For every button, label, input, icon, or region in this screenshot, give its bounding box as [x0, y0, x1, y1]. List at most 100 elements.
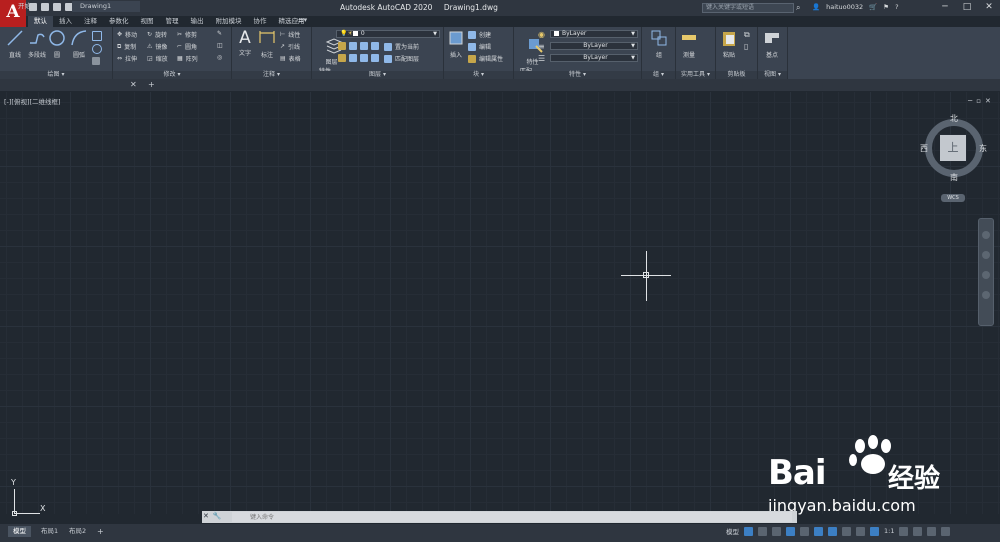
tab-annotate[interactable]: 注释 — [78, 16, 103, 27]
tab-view[interactable]: 视图 — [135, 16, 160, 27]
layer-unlock-icon[interactable] — [371, 54, 379, 62]
tab-output[interactable]: 输出 — [185, 16, 210, 27]
viewport-close-icon[interactable]: ✕ — [985, 97, 991, 105]
search-input[interactable]: 键入关键字或短语 — [702, 3, 794, 13]
insert-block-button[interactable]: 插入 — [445, 29, 467, 59]
layer-unisolate-icon[interactable] — [349, 54, 357, 62]
orbit-icon[interactable] — [982, 291, 990, 299]
copy-clip-icon[interactable]: ⧉ — [744, 30, 750, 40]
hatch-button[interactable] — [92, 57, 100, 65]
linetype-dropdown[interactable]: ByLayer ▼ — [550, 42, 638, 50]
make-current-button[interactable]: 置为当前 — [384, 42, 419, 51]
help-icon[interactable]: ? — [895, 3, 898, 11]
annotation-scale-icon[interactable] — [870, 526, 879, 536]
panel-block-title[interactable]: 块 ▾ — [444, 71, 513, 79]
tab-collaborate[interactable]: 协作 — [248, 16, 273, 27]
add-layout-icon[interactable]: + — [92, 526, 109, 537]
tab-home[interactable]: 默认 — [28, 16, 53, 27]
linetype-icon[interactable]: ≡ — [538, 42, 545, 51]
line-button[interactable]: 直线 — [4, 29, 26, 59]
tab-drawing1[interactable]: Drawing1 — [72, 1, 140, 12]
ellipse-button[interactable] — [92, 44, 102, 54]
viewport-controls-label[interactable]: [-][俯视][二维线框] — [4, 96, 61, 106]
panel-utilities-title[interactable]: 实用工具 ▾ — [676, 71, 715, 79]
snap-icon[interactable] — [758, 526, 767, 536]
tab-start[interactable]: 开始 — [10, 1, 70, 12]
ribbon-minimize-icon[interactable]: ▭▾ — [297, 16, 311, 26]
table-button[interactable]: ▤ 表格 — [280, 54, 301, 63]
polyline-button[interactable]: 多段线 — [26, 29, 48, 59]
maximize-icon[interactable]: □ — [956, 0, 978, 16]
steering-wheel-icon[interactable] — [982, 231, 990, 239]
mirror-button[interactable]: ⚠ 镜像 — [147, 42, 167, 51]
viewport-restore-icon[interactable]: ▫ — [976, 97, 981, 105]
tab-addins[interactable]: 附加模块 — [210, 16, 248, 27]
tab-layout1[interactable]: 布局1 — [36, 526, 63, 537]
transparency-icon[interactable] — [856, 526, 865, 536]
viewcube-top-face[interactable]: 上 — [940, 135, 966, 161]
viewport-minimize-icon[interactable]: ─ — [968, 97, 972, 105]
tab-insert[interactable]: 插入 — [53, 16, 78, 27]
command-input[interactable] — [232, 512, 792, 522]
stretch-button[interactable]: ⇔ 拉伸 — [117, 54, 137, 63]
explode-button[interactable]: ◫ — [217, 42, 223, 49]
circle-button[interactable]: 圆 — [46, 29, 68, 59]
workspace-icon[interactable] — [913, 526, 923, 536]
grid-icon[interactable] — [744, 526, 753, 536]
compass-south[interactable]: 南 — [950, 172, 958, 183]
tab-layout2[interactable]: 布局2 — [64, 526, 91, 537]
tab-model[interactable]: 模型 — [8, 526, 31, 537]
compass-west[interactable]: 西 — [920, 143, 928, 154]
layer-on-icon[interactable] — [338, 54, 346, 62]
layer-isolate-icon[interactable] — [349, 42, 357, 50]
isolate-objects-icon[interactable] — [927, 526, 937, 536]
text-button[interactable]: A 文字 — [234, 29, 256, 57]
new-tab-icon[interactable]: + — [148, 80, 155, 89]
rotate-button[interactable]: ↻ 旋转 — [147, 30, 167, 39]
paste-button[interactable]: 粘贴 — [718, 29, 740, 59]
search-icon[interactable]: ⌕ — [796, 3, 800, 13]
panel-clipboard-title[interactable]: 剪贴板 — [716, 71, 757, 79]
linear-dim-button[interactable]: ⊢ 线性 — [280, 30, 300, 39]
close-icon[interactable]: ✕ — [203, 512, 209, 520]
zoom-icon[interactable] — [982, 271, 990, 279]
create-block-button[interactable]: 创建 — [468, 30, 491, 39]
tab-parametric[interactable]: 参数化 — [103, 16, 135, 27]
edit-block-button[interactable]: 编辑 — [468, 42, 491, 51]
compass-north[interactable]: 北 — [950, 113, 958, 124]
lineweight-icon[interactable]: ☰ — [538, 54, 545, 63]
panel-layers-title[interactable]: 图层 ▾ — [312, 71, 443, 79]
leader-button[interactable]: ↗ 引线 — [280, 42, 300, 51]
panel-properties-title[interactable]: 特性 ▾ — [514, 71, 641, 79]
object-snap-tracking-icon[interactable] — [814, 526, 823, 536]
panel-view-title[interactable]: 视图 ▾ — [758, 71, 787, 79]
model-space-toggle[interactable]: 模型 — [726, 526, 739, 536]
trim-button[interactable]: ✂ 修剪 — [177, 30, 197, 39]
cut-icon[interactable]: ▯ — [744, 42, 748, 51]
close-icon[interactable]: ✕ — [130, 80, 137, 89]
polar-icon[interactable] — [786, 526, 795, 536]
annotation-scale-value[interactable]: 1:1 — [884, 527, 894, 535]
scale-button[interactable]: ◲ 缩放 — [147, 54, 168, 63]
ortho-icon[interactable] — [772, 526, 781, 536]
lineweight-toggle-icon[interactable] — [842, 526, 851, 536]
fillet-button[interactable]: ⌐ 圆角 — [177, 42, 197, 51]
array-button[interactable]: ▦ 阵列 — [177, 54, 198, 63]
layer-freeze-icon[interactable] — [360, 42, 368, 50]
panel-draw-title[interactable]: 绘图 ▾ — [0, 71, 112, 79]
layer-off-icon[interactable] — [338, 42, 346, 50]
measure-button[interactable]: 测量 — [678, 29, 700, 59]
panel-annotation-title[interactable]: 注释 ▾ — [232, 71, 311, 79]
cart-icon[interactable]: 🛒 — [869, 3, 877, 11]
layer-thaw-icon[interactable] — [360, 54, 368, 62]
layer-lock-icon[interactable] — [371, 42, 379, 50]
move-button[interactable]: ✥ 移动 — [117, 30, 137, 39]
tab-manage[interactable]: 管理 — [160, 16, 185, 27]
color-wheel-icon[interactable]: ◉ — [538, 30, 545, 39]
group-button[interactable]: 组 — [648, 29, 670, 59]
panel-modify-title[interactable]: 修改 ▾ — [113, 71, 231, 79]
layer-dropdown[interactable]: 💡☀ 0 ▼ — [336, 30, 440, 38]
offset-button[interactable]: ◎ — [217, 54, 222, 61]
gear-icon[interactable] — [899, 526, 909, 536]
viewcube[interactable]: 上 北 南 西 东 — [920, 113, 987, 183]
